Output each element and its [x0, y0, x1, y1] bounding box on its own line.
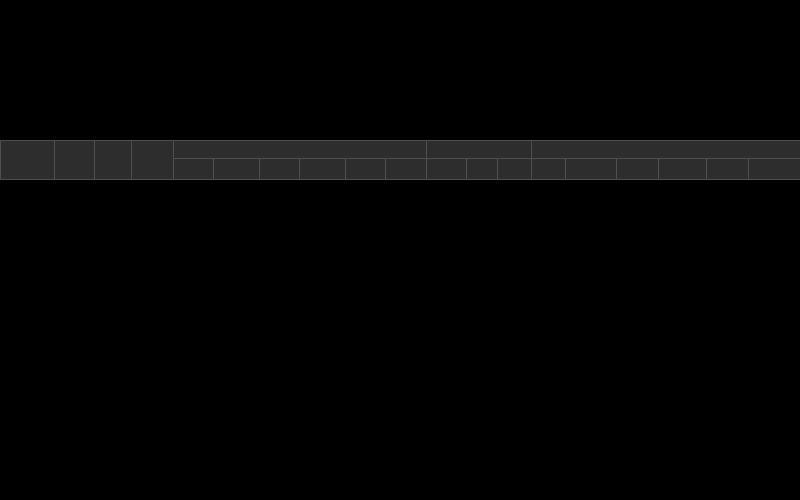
- col-header-symbol: [1, 141, 55, 180]
- col-header-ask-g3: [707, 159, 749, 180]
- col-header-bid-kl3: [214, 159, 260, 180]
- col-header-ask-kl1: [566, 159, 617, 180]
- col-header-bid-g3: [174, 159, 214, 180]
- col-header-bid-kl1: [386, 159, 427, 180]
- col-header-ceiling: [95, 141, 132, 180]
- col-header-bid-g1: [346, 159, 386, 180]
- col-header-matched-price: [427, 159, 467, 180]
- market-tab-bar: [0, 116, 800, 140]
- col-header-change: [498, 159, 532, 180]
- col-header-bid-kl2: [300, 159, 346, 180]
- col-header-ask-g1: [532, 159, 566, 180]
- col-header-matched-vol: [467, 159, 498, 180]
- col-header-floor: [132, 141, 174, 180]
- stock-price-board: [0, 0, 800, 500]
- col-group-matched: [427, 141, 532, 159]
- col-header-bid-g2: [260, 159, 300, 180]
- col-header-reference: [55, 141, 95, 180]
- col-header-ask-g2: [617, 159, 659, 180]
- col-header-ask-kl3: [749, 159, 800, 180]
- col-header-ask-kl2: [659, 159, 707, 180]
- col-group-bid: [174, 141, 427, 159]
- col-group-ask: [532, 141, 800, 159]
- price-table: [0, 140, 800, 180]
- index-summary-bar: [0, 0, 800, 116]
